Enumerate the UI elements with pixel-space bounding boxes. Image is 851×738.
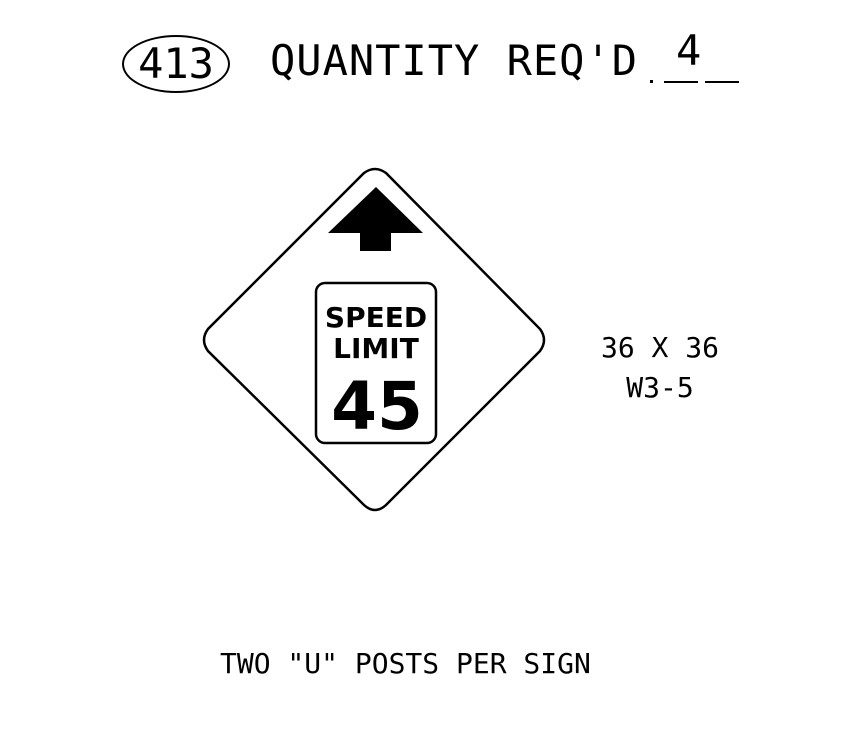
- speed-warning-sign: SPEED LIMIT 45: [202, 167, 546, 512]
- quantity-underline-right: [705, 81, 739, 83]
- posts-note: TWO "U" POSTS PER SIGN: [220, 647, 591, 680]
- sign-code: W3-5: [626, 371, 694, 404]
- quantity-label: QUANTITY REQ'D: [270, 36, 639, 85]
- speed-limit-line2: LIMIT: [333, 332, 419, 365]
- sign-specs: 36 X 36 W3-5: [590, 328, 730, 408]
- sign-size: 36 X 36: [600, 331, 719, 364]
- quantity-dot: [650, 80, 653, 83]
- sign-id-number: 413: [138, 39, 214, 88]
- quantity-underline-left: [664, 81, 698, 83]
- speed-limit-number: 45: [331, 368, 423, 445]
- speed-limit-line1: SPEED: [325, 301, 427, 334]
- sign-id-oval: 413: [122, 35, 230, 93]
- quantity-value: 4: [676, 26, 702, 75]
